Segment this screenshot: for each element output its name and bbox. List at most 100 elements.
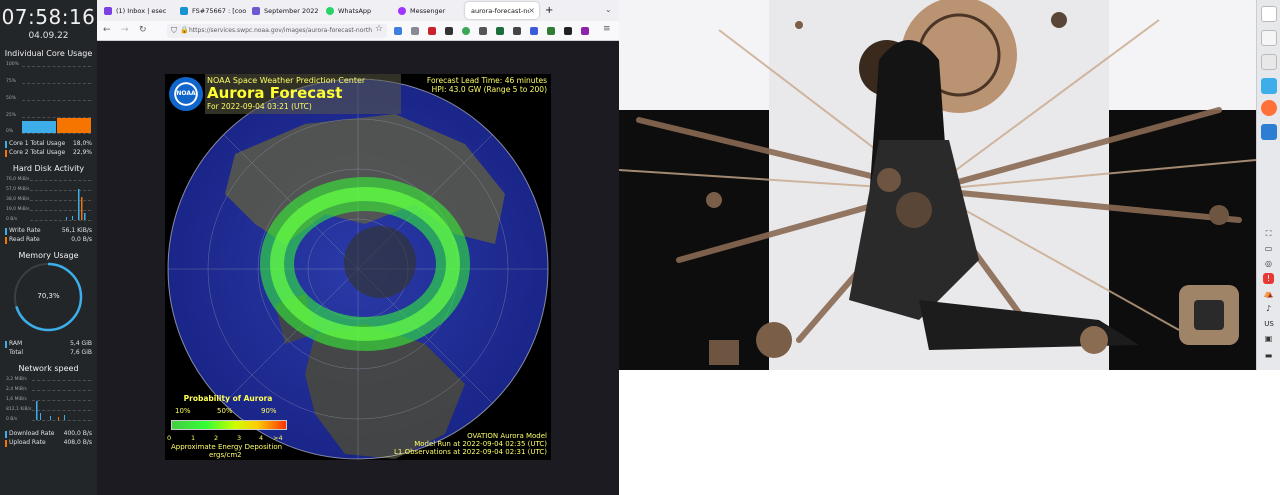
display-tray-icon[interactable]: ▣ xyxy=(1263,333,1274,344)
ram-value: 5,4 GiB xyxy=(70,340,92,347)
scale-tick: >4 xyxy=(273,434,283,442)
menu-icon[interactable]: ≡ xyxy=(603,24,611,34)
noaa-logo: NOAA xyxy=(169,77,203,111)
scale-tick: 2 xyxy=(214,434,219,442)
arch-icon xyxy=(180,6,188,15)
url-bar[interactable]: ⛉ 🔒 https://services.swpc.noaa.gov/image… xyxy=(167,24,387,38)
tab-label: September 2022 xyxy=(264,6,319,15)
empty-desktop-area xyxy=(619,370,1256,495)
mail-icon xyxy=(104,6,112,15)
disk-graph: 76,0 MiB/s 57,0 MiB/s 38,0 MiB/s 19,0 Mi… xyxy=(6,177,91,223)
cpu-axis-label: 100% xyxy=(6,62,19,67)
upload-rate-label: Upload Rate xyxy=(9,439,46,446)
energy-unit: ergs/cm2 xyxy=(209,451,242,459)
sync-tray-icon[interactable]: ◎ xyxy=(1263,258,1274,269)
tab-label: aurora-forecast-nor xyxy=(471,6,529,15)
volume-tray-icon[interactable]: ♪ xyxy=(1263,303,1274,314)
download-icon[interactable] xyxy=(394,27,402,35)
noaa-logo-text: NOAA xyxy=(176,90,196,97)
tab-list-icon[interactable]: ⌄ xyxy=(605,5,612,14)
url-text: https://services.swpc.noaa.gov/images/au… xyxy=(189,27,373,34)
browser-window: (1) Inbox | esec FS#75667 : [coo Septemb… xyxy=(97,0,619,495)
tab-bar: (1) Inbox | esec FS#75667 : [coo Septemb… xyxy=(97,0,619,21)
total-legend: Total 7,6 GiB xyxy=(5,349,92,356)
keyboard-layout[interactable]: US xyxy=(1257,320,1280,328)
network-tray-icon[interactable]: ⛶ xyxy=(1263,228,1274,239)
tab-label: WhatsApp xyxy=(338,6,372,15)
upload-rate-legend: Upload Rate 408,0 B/s xyxy=(5,439,92,447)
bookmark-star-icon[interactable]: ☆ xyxy=(375,24,383,34)
nav-bar: ← → ↻ ⛉ 🔒 https://services.swpc.noaa.gov… xyxy=(97,21,619,41)
read-rate-label: Read Rate xyxy=(9,236,40,243)
lead-time: Forecast Lead Time: 46 minutes xyxy=(426,76,547,85)
core-2-bar xyxy=(57,117,91,133)
memory-percent: 70,3% xyxy=(37,292,60,300)
app-launcher-icon[interactable] xyxy=(1261,6,1277,22)
write-rate-legend: Write Rate 56,1 KiB/s xyxy=(5,227,92,235)
system-monitor-panel: 07:58:16 04.09.22 Individual Core Usage … xyxy=(0,0,97,495)
tab-messenger[interactable]: Messenger xyxy=(393,2,465,19)
extension-icon[interactable] xyxy=(530,27,538,35)
upload-rate-value: 408,0 B/s xyxy=(63,439,92,446)
tab-calendar[interactable]: September 2022 xyxy=(247,2,321,19)
probability-title: Probability of Aurora xyxy=(183,394,273,403)
close-tab-icon[interactable]: × xyxy=(528,6,535,15)
total-label: Total xyxy=(9,349,24,356)
extension-icon[interactable] xyxy=(564,27,572,35)
tab-label: (1) Inbox | esec xyxy=(116,6,167,15)
firefox-icon[interactable] xyxy=(1261,100,1277,116)
whatsapp-icon xyxy=(326,6,334,15)
cpu-axis-label: 25% xyxy=(6,113,17,118)
back-icon[interactable]: ← xyxy=(103,25,111,35)
extension-icon[interactable] xyxy=(445,27,453,35)
extension-icon[interactable] xyxy=(513,27,521,35)
ram-label: RAM xyxy=(9,340,23,347)
tab-inbox[interactable]: (1) Inbox | esec xyxy=(99,2,175,19)
clipboard-tray-icon[interactable]: ⛺ xyxy=(1263,288,1274,299)
extension-icon[interactable] xyxy=(581,27,589,35)
core-1-legend: Core 1 Total Usage 18,0% xyxy=(5,140,92,148)
extension-icon[interactable] xyxy=(479,27,487,35)
model-name: OVATION Aurora Model xyxy=(467,432,547,440)
folder-icon[interactable] xyxy=(1261,78,1277,94)
prob-tick: 50% xyxy=(217,407,233,415)
extension-icon[interactable] xyxy=(462,27,470,35)
memory-title: Memory Usage xyxy=(18,251,79,260)
energy-label: Approximate Energy Deposition xyxy=(171,443,283,451)
scale-tick: 4 xyxy=(259,434,264,442)
wallpaper-artwork xyxy=(619,0,1256,370)
artwork-illustration xyxy=(619,0,1256,370)
cpu-graph: 100% 75% 50% 25% 0% xyxy=(6,62,91,136)
show-desktop-icon[interactable]: ▬ xyxy=(1263,350,1274,361)
download-rate-label: Download Rate xyxy=(9,430,55,437)
core-2-legend: Core 2 Total Usage 22,9% xyxy=(5,149,92,157)
extension-icon[interactable] xyxy=(547,27,555,35)
extension-icon[interactable] xyxy=(411,27,419,35)
document-icon[interactable] xyxy=(1261,30,1277,46)
cpu-title: Individual Core Usage xyxy=(4,49,93,58)
image-viewer-icon[interactable] xyxy=(1261,124,1277,140)
tab-aurora-forecast[interactable]: aurora-forecast-nor × xyxy=(465,2,539,19)
forward-icon[interactable]: → xyxy=(121,25,129,35)
model-run: Model Run at 2022-09-04 02:35 (UTC) xyxy=(414,440,547,448)
ublock-icon[interactable] xyxy=(428,27,436,35)
extension-icon[interactable] xyxy=(496,27,504,35)
clock[interactable]: 07:58:16 xyxy=(0,5,97,29)
prob-tick: 90% xyxy=(261,407,277,415)
scale-tick: 1 xyxy=(191,434,196,442)
right-dock-panel: ⛶ ▭ ◎ ! ⛺ ♪ US ▣ ▬ xyxy=(1256,0,1280,370)
ram-legend: RAM 5,4 GiB xyxy=(5,340,92,348)
download-rate-value: 400,0 B/s xyxy=(63,430,92,437)
core-1-bar xyxy=(22,120,56,133)
tab-label: FS#75667 : [coo xyxy=(192,6,247,15)
tab-bugtracker[interactable]: FS#75667 : [coo xyxy=(175,2,247,19)
network-graph: 3,2 MiB/s 2,4 MiB/s 1,6 MiB/s 812,1 KiB/… xyxy=(6,377,91,425)
new-tab-button[interactable]: + xyxy=(543,2,557,19)
notification-tray-icon[interactable]: ! xyxy=(1263,273,1274,284)
tab-whatsapp[interactable]: WhatsApp xyxy=(321,2,393,19)
reload-icon[interactable]: ↻ xyxy=(139,25,147,35)
document-icon[interactable] xyxy=(1261,54,1277,70)
disk-title: Hard Disk Activity xyxy=(12,164,85,173)
probability-legend: Probability of Aurora 10% 50% 90% xyxy=(169,394,287,434)
bluetooth-tray-icon[interactable]: ▭ xyxy=(1263,243,1274,254)
